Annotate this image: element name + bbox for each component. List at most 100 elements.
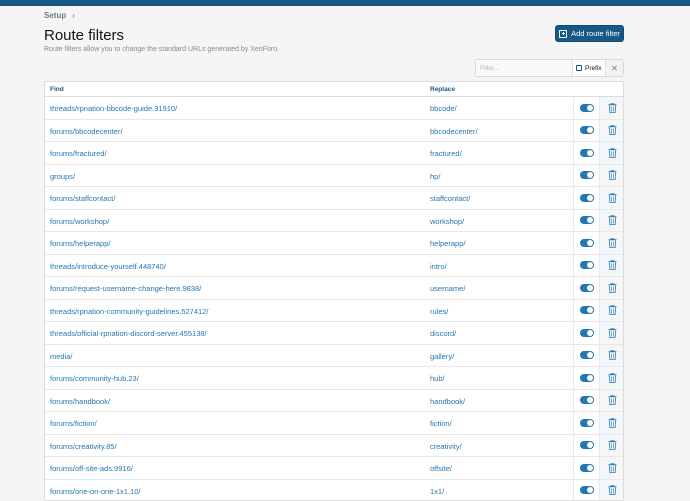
enable-toggle[interactable] (580, 171, 594, 179)
table-row: forums/handbook/ handbook/ (45, 390, 623, 413)
route-find-link[interactable]: threads/rpnation-community-guidelines.52… (50, 307, 208, 316)
route-find-link[interactable]: forums/workshop/ (50, 217, 109, 226)
trash-icon[interactable] (608, 170, 617, 180)
delete-cell (599, 120, 624, 142)
enable-toggle[interactable] (580, 396, 594, 404)
enable-toggle[interactable] (580, 216, 594, 224)
route-replace-link[interactable]: hp/ (430, 172, 440, 181)
route-find-link[interactable]: forums/handbook/ (50, 397, 110, 406)
trash-icon[interactable] (608, 283, 617, 293)
toggle-cell (573, 457, 599, 479)
toggle-cell (573, 277, 599, 299)
route-find-link[interactable]: threads/rpnation-bbcode-guide.31910/ (50, 104, 177, 113)
route-replace-link[interactable]: gallery/ (430, 352, 454, 361)
route-find-link[interactable]: forums/one-on-one-1x1.10/ (50, 487, 140, 496)
trash-icon[interactable] (608, 440, 617, 450)
route-replace-link[interactable]: rules/ (430, 307, 448, 316)
enable-toggle[interactable] (580, 284, 594, 292)
toggle-cell (573, 165, 599, 187)
trash-icon[interactable] (608, 238, 617, 248)
enable-toggle[interactable] (580, 306, 594, 314)
trash-icon[interactable] (608, 125, 617, 135)
enable-toggle[interactable] (580, 194, 594, 202)
route-replace-link[interactable]: staffcontact/ (430, 194, 470, 203)
delete-cell (599, 187, 624, 209)
plus-square-icon (559, 30, 567, 38)
delete-cell (599, 142, 624, 164)
prefix-checkbox[interactable]: Prefix (572, 60, 605, 76)
route-replace-link[interactable]: handbook/ (430, 397, 465, 406)
trash-icon[interactable] (608, 305, 617, 315)
route-replace-link[interactable]: discord/ (430, 329, 456, 338)
route-find-link[interactable]: forums/community-hub.23/ (50, 374, 139, 383)
trash-icon[interactable] (608, 350, 617, 360)
toggle-cell (573, 412, 599, 434)
delete-cell (599, 300, 624, 322)
route-find-link[interactable]: forums/request-username-change-here.9838… (50, 284, 201, 293)
breadcrumb-item-setup[interactable]: Setup (44, 11, 66, 20)
chevron-right-icon: › (72, 11, 75, 20)
trash-icon[interactable] (608, 418, 617, 428)
toggle-cell (573, 232, 599, 254)
toggle-cell (573, 120, 599, 142)
trash-icon[interactable] (608, 148, 617, 158)
trash-icon[interactable] (608, 395, 617, 405)
enable-toggle[interactable] (580, 419, 594, 427)
filter-input[interactable] (476, 60, 572, 76)
trash-icon[interactable] (608, 103, 617, 113)
route-find-link[interactable]: media/ (50, 352, 73, 361)
route-find-link[interactable]: forums/creativity.85/ (50, 442, 117, 451)
table-row: media/ gallery/ (45, 345, 623, 368)
enable-toggle[interactable] (580, 374, 594, 382)
trash-icon[interactable] (608, 328, 617, 338)
delete-cell (599, 277, 624, 299)
route-replace-link[interactable]: workshop/ (430, 217, 464, 226)
table-header: Find Replace (45, 82, 623, 97)
trash-icon[interactable] (608, 373, 617, 383)
route-replace-link[interactable]: fractured/ (430, 149, 462, 158)
route-replace-link[interactable]: hub/ (430, 374, 445, 383)
trash-icon[interactable] (608, 485, 617, 495)
toggle-cell (573, 255, 599, 277)
table-row: forums/one-on-one-1x1.10/ 1x1/ (45, 480, 623, 501)
trash-icon[interactable] (608, 215, 617, 225)
enable-toggle[interactable] (580, 126, 594, 134)
route-find-link[interactable]: forums/bbcodecenter/ (50, 127, 123, 136)
route-find-link[interactable]: threads/introduce-yourself.448740/ (50, 262, 166, 271)
enable-toggle[interactable] (580, 104, 594, 112)
enable-toggle[interactable] (580, 149, 594, 157)
route-find-link[interactable]: forums/staffcontact/ (50, 194, 115, 203)
enable-toggle[interactable] (580, 239, 594, 247)
add-route-filter-button[interactable]: Add route filter (555, 25, 624, 42)
route-find-link[interactable]: groups/ (50, 172, 75, 181)
enable-toggle[interactable] (580, 351, 594, 359)
route-replace-link[interactable]: username/ (430, 284, 465, 293)
column-header-replace: Replace (430, 86, 455, 93)
route-find-link[interactable]: threads/official-rpnation-discord-server… (50, 329, 207, 338)
enable-toggle[interactable] (580, 464, 594, 472)
route-find-link[interactable]: forums/fiction/ (50, 419, 97, 428)
enable-toggle[interactable] (580, 261, 594, 269)
trash-icon[interactable] (608, 260, 617, 270)
enable-toggle[interactable] (580, 486, 594, 494)
route-find-link[interactable]: forums/off-site-ads.9916/ (50, 464, 133, 473)
trash-icon[interactable] (608, 193, 617, 203)
toggle-cell (573, 97, 599, 119)
route-replace-link[interactable]: helperapp/ (430, 239, 465, 248)
trash-icon[interactable] (608, 463, 617, 473)
route-replace-link[interactable]: intro/ (430, 262, 447, 271)
route-replace-link[interactable]: offsite/ (430, 464, 452, 473)
toggle-cell (573, 367, 599, 389)
route-replace-link[interactable]: bbcode/ (430, 104, 457, 113)
page-title: Route filters (44, 27, 124, 44)
route-replace-link[interactable]: creativity/ (430, 442, 462, 451)
route-replace-link[interactable]: fiction/ (430, 419, 452, 428)
enable-toggle[interactable] (580, 441, 594, 449)
route-replace-link[interactable]: bbcodecenter/ (430, 127, 478, 136)
route-replace-link[interactable]: 1x1/ (430, 487, 444, 496)
toggle-cell (573, 187, 599, 209)
route-find-link[interactable]: forums/helperapp/ (50, 239, 110, 248)
clear-filter-button[interactable]: ✕ (605, 60, 623, 76)
route-find-link[interactable]: forums/fractured/ (50, 149, 107, 158)
enable-toggle[interactable] (580, 329, 594, 337)
